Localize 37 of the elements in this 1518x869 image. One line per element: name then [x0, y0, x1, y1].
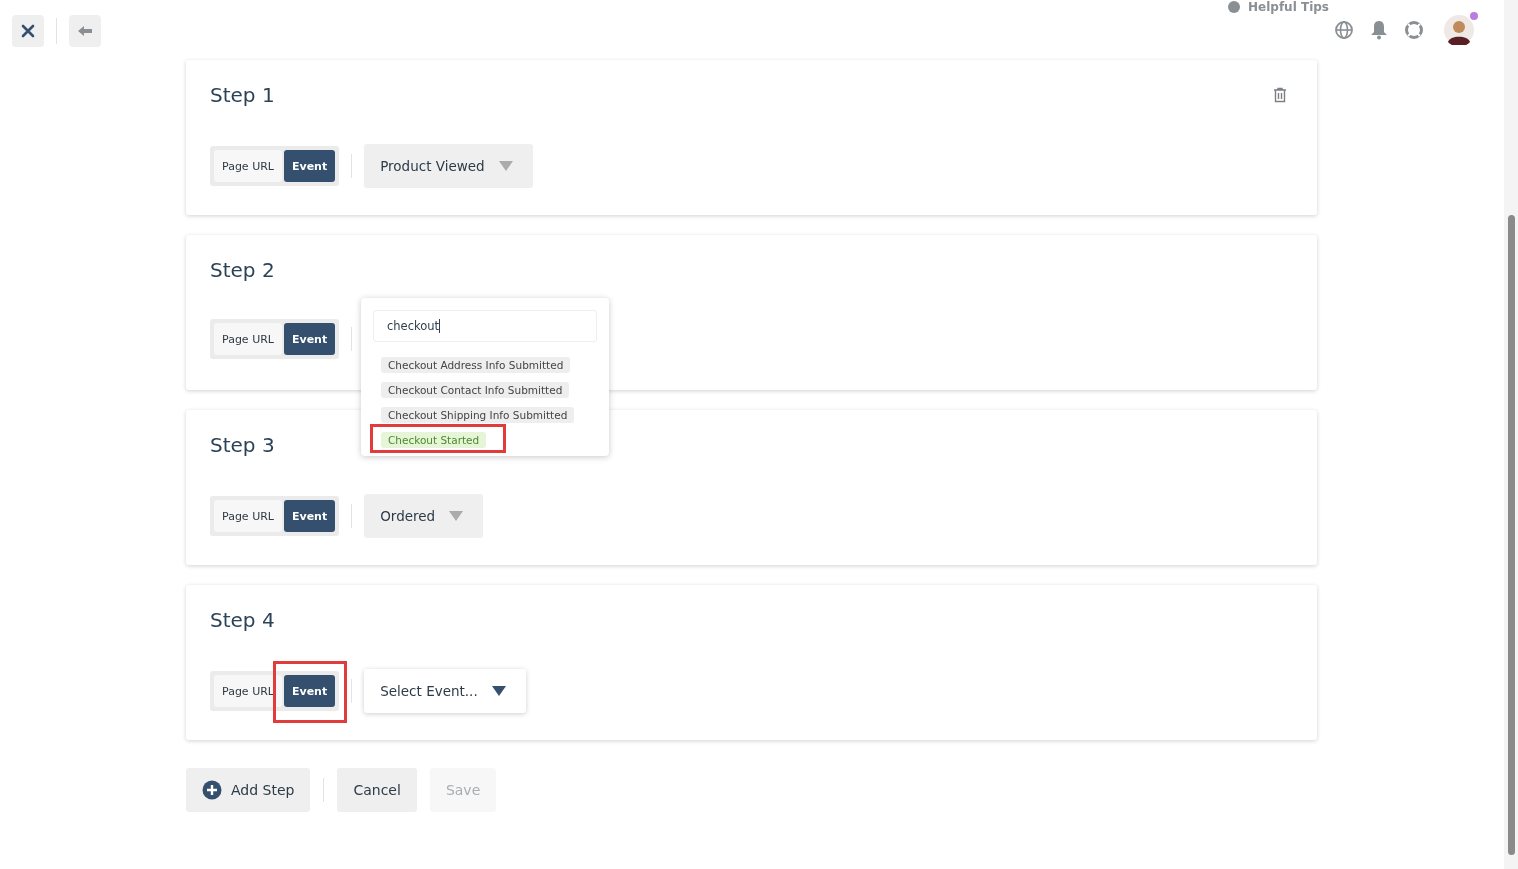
toggle-option[interactable]: Event	[283, 675, 336, 707]
event-select[interactable]: Select Event...	[364, 669, 526, 713]
toggle-option[interactable]: Event	[283, 500, 336, 532]
globe-icon[interactable]	[1334, 20, 1354, 40]
caret-icon	[449, 511, 464, 521]
step-title: Step 4	[210, 608, 275, 632]
back-button[interactable]	[69, 15, 101, 47]
plus-circle-icon	[202, 780, 222, 800]
event-select[interactable]: Product Viewed	[364, 144, 533, 188]
toggle-option[interactable]: Page URL	[214, 500, 282, 532]
scrollbar-thumb[interactable]	[1508, 215, 1515, 855]
event-select[interactable]: Ordered	[364, 494, 484, 538]
caret-icon	[498, 161, 513, 171]
dropdown-option[interactable]: Checkout Started	[381, 432, 487, 448]
toggle-option[interactable]: Page URL	[214, 323, 282, 355]
toggle-option[interactable]: Page URL	[214, 675, 282, 707]
avatar[interactable]	[1444, 15, 1474, 45]
dropdown-option[interactable]: Checkout Address Info Submitted	[381, 357, 571, 373]
caret-icon	[491, 686, 506, 696]
step-title: Step 1	[210, 83, 275, 107]
bell-icon[interactable]	[1370, 20, 1388, 40]
dropdown-option[interactable]: Checkout Contact Info Submitted	[381, 382, 570, 398]
arrow-left-icon	[77, 25, 93, 37]
toggle-option[interactable]: Event	[283, 323, 336, 355]
step-title: Step 2	[210, 258, 275, 282]
step-title: Step 3	[210, 433, 275, 457]
lifebuoy-icon[interactable]	[1404, 20, 1424, 40]
toggle-option[interactable]: Event	[283, 150, 336, 182]
action-button[interactable]: Add Step	[186, 768, 311, 812]
search-field[interactable]: checkout	[373, 310, 597, 342]
toggle-option[interactable]: Page URL	[214, 150, 282, 182]
action-button[interactable]: Cancel	[337, 768, 417, 812]
dropdown-option[interactable]: Checkout Shipping Info Submitted	[381, 407, 575, 423]
close-icon	[21, 24, 35, 38]
scrollbar[interactable]	[1504, 0, 1518, 869]
close-button[interactable]	[12, 15, 44, 47]
trash-icon[interactable]	[1273, 87, 1287, 103]
